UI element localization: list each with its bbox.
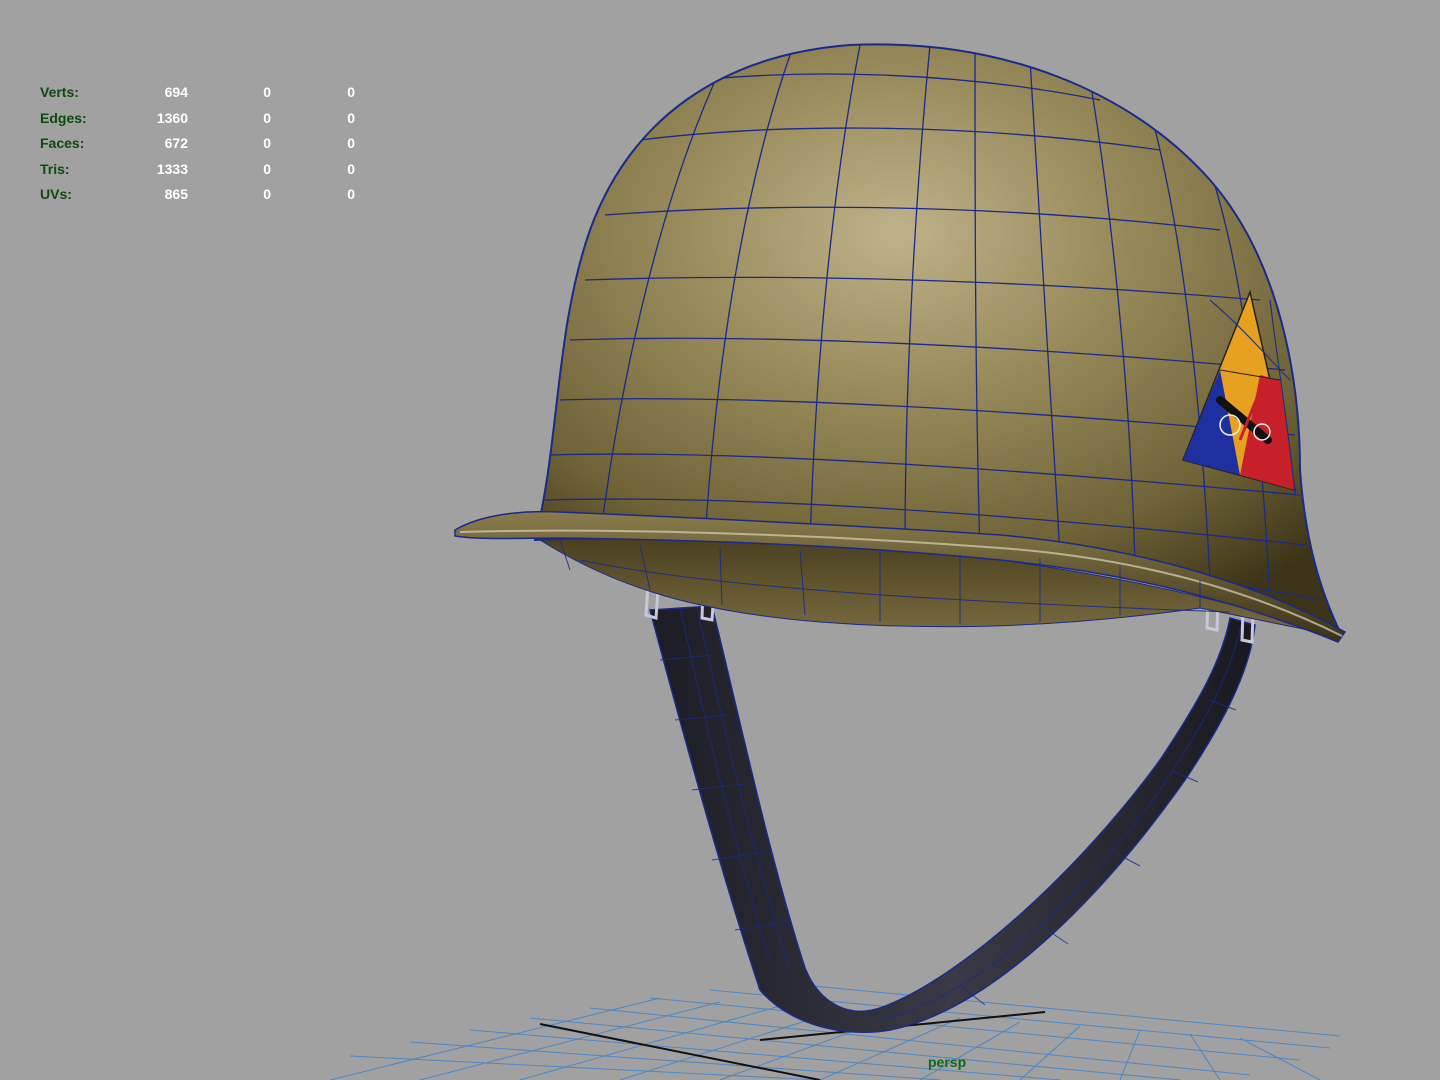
- hud-value-selected: 0: [263, 135, 271, 152]
- hud-value-selected: 0: [263, 186, 271, 203]
- hud-label: UVs:: [40, 186, 72, 203]
- hud-label: Tris:: [40, 160, 70, 177]
- chin-strap: [644, 584, 1256, 1033]
- ground-grid: [329, 981, 1341, 1080]
- hud-value-selected: 0: [263, 160, 271, 177]
- hud-value-object: 865: [164, 186, 188, 203]
- hud-value-component: 0: [347, 84, 355, 100]
- hud-value-selected: 0: [263, 84, 271, 100]
- hud-value-object: 672: [164, 135, 188, 152]
- hud-label: Verts:: [40, 84, 79, 100]
- 3d-viewport[interactable]: Verts: 694 0 0 Edges: 1360 0 0 Faces: 67…: [0, 0, 1440, 1080]
- hud-value-component: 0: [347, 109, 355, 126]
- hud-label: Faces:: [40, 135, 85, 152]
- hud-value-component: 0: [347, 135, 355, 152]
- hud-value-object: 694: [164, 84, 188, 100]
- hud-value-component: 0: [347, 186, 355, 203]
- camera-name-label: persp: [928, 1054, 967, 1070]
- hud-value-object: 1333: [156, 160, 188, 177]
- hud-value-object: 1360: [156, 109, 188, 126]
- hud-value-component: 0: [347, 160, 355, 177]
- hud-label: Edges:: [40, 109, 87, 126]
- hud-value-selected: 0: [263, 109, 271, 126]
